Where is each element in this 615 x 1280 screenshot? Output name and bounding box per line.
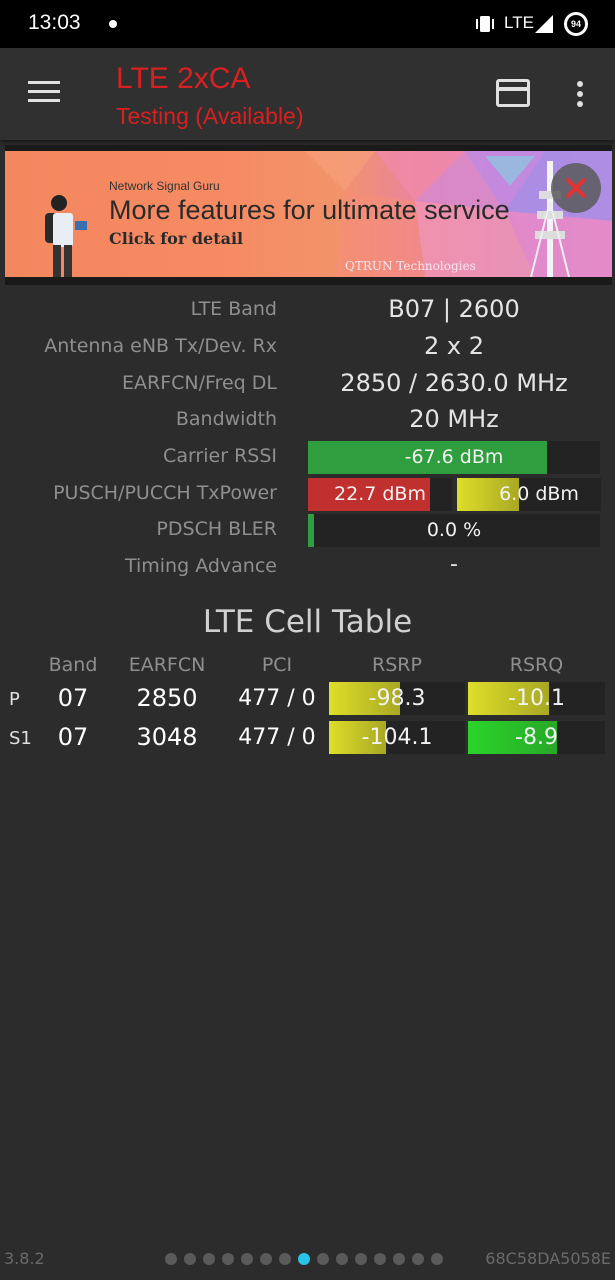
pusch-value: 22.7 dBm	[334, 483, 426, 505]
rsrp-value: -104.1	[361, 725, 433, 750]
page-dot[interactable]	[279, 1253, 291, 1265]
bler-bar: 0.0 %	[308, 514, 600, 547]
device-id: 68C58DA5058E	[485, 1249, 611, 1268]
app-version: 3.8.2	[4, 1249, 45, 1268]
vibrate-icon	[476, 16, 494, 32]
carrier-rssi-label: Carrier RSSI	[163, 445, 277, 467]
battery-icon: 94	[564, 12, 588, 36]
carrier-rssi-bar: -67.6 dBm	[308, 441, 600, 474]
earfcn-value: 2850 / 2630.0 MHz	[340, 369, 568, 397]
page-dot[interactable]	[374, 1253, 386, 1265]
page-subtitle: Testing (Available)	[116, 103, 304, 129]
page-dot[interactable]	[336, 1253, 348, 1265]
rsrq-bar: -10.1	[468, 682, 605, 715]
bandwidth-label: Bandwidth	[175, 408, 277, 430]
antenna-label: Antenna eNB Tx/Dev. Rx	[44, 335, 277, 357]
cell-pci: 477 / 0	[238, 686, 316, 711]
antenna-value: 2 x 2	[424, 332, 484, 360]
signal-icon	[535, 15, 553, 33]
battery-level: 94	[567, 15, 585, 33]
page-dot[interactable]	[431, 1253, 443, 1265]
earfcn-label: EARFCN/Freq DL	[122, 372, 277, 394]
page-dot[interactable]	[412, 1253, 424, 1265]
page-title: LTE 2xCA	[116, 62, 251, 95]
table-row-label: S1	[9, 728, 32, 749]
page-dot[interactable]	[241, 1253, 253, 1265]
ad-headline: More features for ultimate service	[109, 195, 510, 225]
rsrp-value: -98.3	[368, 686, 426, 711]
ad-banner[interactable]: Network Signal Guru More features for ul…	[5, 151, 612, 277]
rsrq-value: -8.9	[515, 725, 558, 750]
timing-advance-label: Timing Advance	[124, 555, 277, 577]
page-dot[interactable]	[222, 1253, 234, 1265]
carrier-rssi-value: -67.6 dBm	[404, 446, 504, 468]
ad-cta[interactable]: Click for detail	[109, 229, 243, 248]
page-dot[interactable]	[260, 1253, 272, 1265]
ad-brand: Network Signal Guru	[109, 179, 220, 193]
cell-pci: 477 / 0	[238, 725, 316, 750]
txpower-label: PUSCH/PUCCH TxPower	[53, 482, 277, 504]
col-header-pci: PCI	[261, 654, 293, 676]
person-illustration	[45, 195, 87, 277]
card-icon[interactable]	[496, 79, 530, 107]
timing-advance-value: -	[450, 552, 458, 577]
bler-value: 0.0 %	[426, 519, 482, 541]
col-header-band: Band	[48, 654, 98, 676]
status-bar: 13:03 LTE 94	[0, 0, 615, 48]
overflow-menu-icon[interactable]	[572, 81, 588, 107]
rsrq-bar: -8.9	[468, 721, 605, 754]
col-header-rsrp: RSRP	[372, 654, 422, 676]
rsrp-bar: -104.1	[329, 721, 465, 754]
bler-label: PDSCH BLER	[156, 518, 277, 540]
col-header-rsrq: RSRQ	[509, 654, 564, 676]
ad-frame: Network Signal Guru More features for ul…	[5, 145, 612, 285]
page-dot[interactable]	[317, 1253, 329, 1265]
cell-band: 07	[57, 723, 89, 751]
menu-icon[interactable]	[28, 81, 60, 105]
page-dot[interactable]	[203, 1253, 215, 1265]
ad-company: QTRUN Technologies	[345, 259, 476, 273]
notification-dot-icon	[109, 20, 117, 28]
rsrp-bar: -98.3	[329, 682, 465, 715]
network-type: LTE	[504, 13, 534, 32]
ad-close-button[interactable]	[551, 163, 601, 213]
page-dot[interactable]	[355, 1253, 367, 1265]
cell-earfcn: 2850	[136, 684, 198, 712]
cell-table-title: LTE Cell Table	[202, 604, 413, 640]
page-dot-active[interactable]	[298, 1253, 310, 1265]
bandwidth-value: 20 MHz	[409, 405, 499, 433]
lte-band-value: B07 | 2600	[388, 295, 520, 323]
status-time: 13:03	[28, 11, 81, 34]
page-dot[interactable]	[393, 1253, 405, 1265]
rsrq-value: -10.1	[508, 686, 565, 711]
pucch-value: 6.0 dBm	[499, 483, 579, 505]
page-dot[interactable]	[184, 1253, 196, 1265]
lte-band-label: LTE Band	[190, 298, 277, 320]
cell-band: 07	[57, 684, 89, 712]
col-header-earfcn: EARFCN	[128, 654, 206, 676]
cell-earfcn: 3048	[136, 723, 198, 751]
pucch-bar: 6.0 dBm	[457, 478, 601, 511]
table-row-label: P	[9, 689, 20, 710]
page-dot[interactable]	[165, 1253, 177, 1265]
pusch-bar: 22.7 dBm	[308, 478, 452, 511]
app-bar: LTE 2xCA Testing (Available)	[0, 48, 615, 140]
